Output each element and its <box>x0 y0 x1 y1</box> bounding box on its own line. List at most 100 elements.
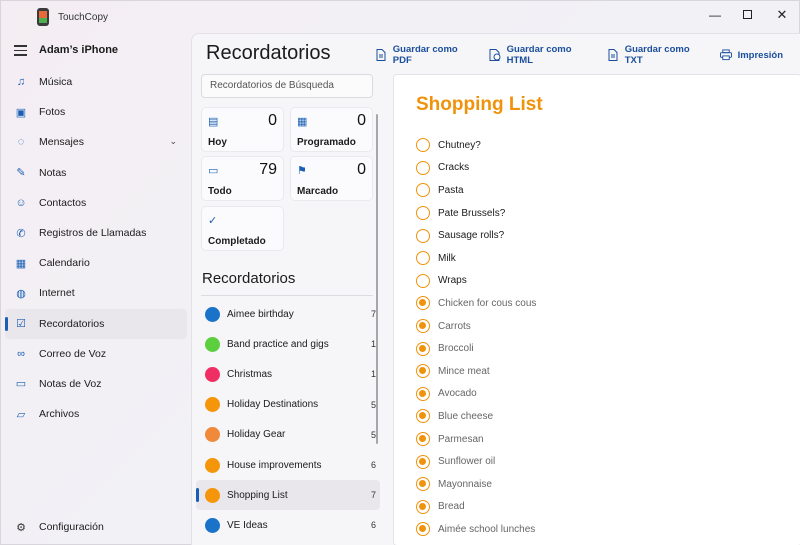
tile-completed[interactable]: ✓ Completado <box>201 206 284 251</box>
sidebar-nav: ♫ Música ▣ Fotos ◌ Mensajes ⌄ ✎ Notas ☺ Contactos ✆… <box>5 67 187 429</box>
checked-circle-icon[interactable] <box>416 386 430 401</box>
list-item[interactable]: Holiday Destinations 5 <box>196 390 380 420</box>
checked-circle-icon[interactable] <box>416 477 430 492</box>
save-txt-label: Guardar como TXT <box>624 44 690 66</box>
checked-circle-icon[interactable] <box>416 432 430 447</box>
empty-circle-icon[interactable] <box>416 273 430 288</box>
empty-circle-icon[interactable] <box>416 228 430 243</box>
empty-circle-icon[interactable] <box>416 183 430 198</box>
reminder-item: Pasta <box>416 179 536 202</box>
toolbar: Guardar como PDF Guardar como HTML Guard… <box>376 44 800 66</box>
archive-icon: ▭ <box>208 165 219 177</box>
tile-scheduled[interactable]: ▦ 0 Programado <box>290 107 373 152</box>
list-item[interactable]: Aimee birthday 7 <box>196 299 380 329</box>
flagged-label: Marcado <box>297 186 339 197</box>
title-bar: TouchCopy — ✕ <box>1 1 799 33</box>
reminder-label: Mayonnaise <box>438 478 492 490</box>
folder-icon: ▱ <box>16 408 26 421</box>
print-button[interactable]: Impresión <box>719 44 783 66</box>
checked-circle-icon[interactable] <box>416 499 430 514</box>
today-icon: ▤ <box>208 116 219 128</box>
empty-circle-icon[interactable] <box>416 206 430 221</box>
sidebar-item-label: Internet <box>39 287 75 300</box>
calendar-icon: ▦ <box>297 116 308 128</box>
save-html-button[interactable]: Guardar como HTML <box>489 44 590 66</box>
close-button[interactable]: ✕ <box>772 7 792 23</box>
list-item[interactable]: Holiday Gear 5 <box>196 420 380 450</box>
empty-circle-icon[interactable] <box>416 138 430 153</box>
list-color-dot <box>205 336 220 352</box>
checked-circle-icon[interactable] <box>416 341 430 356</box>
reminder-label: Chicken for cous cous <box>438 297 537 309</box>
scheduled-label: Programado <box>297 137 356 148</box>
maximize-button[interactable] <box>737 7 757 23</box>
sidebar: Adam’s iPhone ♫ Música ▣ Fotos ◌ Mensajes ⌄ ✎ No… <box>1 33 191 545</box>
list-item[interactable]: Band practice and gigs 1 <box>196 329 380 359</box>
save-pdf-button[interactable]: Guardar como PDF <box>376 44 471 66</box>
list-count: 6 <box>370 520 376 531</box>
today-count: 0 <box>268 112 277 129</box>
sidebar-item-label: Calendario <box>39 257 90 270</box>
sidebar-item-registros-de-llamadas[interactable]: ✆ Registros de Llamadas <box>5 218 187 248</box>
settings-button[interactable]: ⚙ Configuración <box>5 513 187 541</box>
list-item[interactable]: Christmas 1 <box>196 359 380 389</box>
minimize-button[interactable]: — <box>705 7 725 23</box>
main-pane: Recordatorios Guardar como PDF Guardar c… <box>191 33 800 545</box>
reminder-label: Carrots <box>438 320 471 332</box>
sidebar-item-calendario[interactable]: ▦ Calendario <box>5 248 187 278</box>
reminder-label: Blue cheese <box>438 410 494 422</box>
maximize-icon <box>742 10 752 19</box>
chevron-down-icon[interactable]: ⌄ <box>169 136 177 147</box>
sidebar-item-notas-de-voz[interactable]: ▭ Notas de Voz <box>5 369 187 399</box>
sidebar-item-m-sica[interactable]: ♫ Música <box>5 67 187 97</box>
list-color-dot <box>205 517 220 533</box>
sidebar-item-label: Recordatorios <box>39 317 105 330</box>
photo-icon: ▣ <box>15 106 27 119</box>
sidebar-item-contactos[interactable]: ☺ Contactos <box>5 188 187 218</box>
list-color-dot <box>205 487 220 503</box>
list-label: Aimee birthday <box>227 308 294 320</box>
sidebar-item-internet[interactable]: ◍ Internet <box>5 278 187 308</box>
reminder-label: Cracks <box>438 162 470 174</box>
reminder-item: Carrots <box>416 315 536 338</box>
pdf-icon <box>376 49 387 62</box>
reminder-item: Bread <box>416 496 536 519</box>
sidebar-item-fotos[interactable]: ▣ Fotos <box>5 97 187 127</box>
menu-icon[interactable] <box>14 45 27 56</box>
tile-flagged[interactable]: ⚑ 0 Marcado <box>290 156 373 201</box>
sidebar-item-mensajes[interactable]: ◌ Mensajes ⌄ <box>5 127 187 157</box>
reminder-label: Sunflower oil <box>438 456 496 468</box>
reminder-lists: Aimee birthday 7 Band practice and gigs 1 Ch… <box>196 299 380 541</box>
device-name: Adam’s iPhone <box>39 44 119 56</box>
reminder-label: Wraps <box>438 275 467 287</box>
list-item[interactable]: Shopping List 7 <box>196 480 380 511</box>
sidebar-item-archivos[interactable]: ▱ Archivos <box>5 399 187 429</box>
save-txt-button[interactable]: Guardar como TXT <box>608 44 702 66</box>
reminder-item: Sausage rolls? <box>416 224 536 247</box>
checked-circle-icon[interactable] <box>416 364 430 379</box>
lists-heading: Recordatorios <box>202 270 296 287</box>
completed-label: Completado <box>208 236 266 247</box>
tile-all[interactable]: ▭ 79 Todo <box>201 156 284 201</box>
sidebar-item-correo-de-voz[interactable]: ∞ Correo de Voz <box>5 339 187 369</box>
sidebar-item-recordatorios[interactable]: ☑ Recordatorios <box>5 308 187 339</box>
checked-circle-icon[interactable] <box>416 319 430 334</box>
list-item[interactable]: VE Ideas 6 <box>196 510 380 540</box>
list-item[interactable]: House improvements 6 <box>196 450 380 480</box>
globe-icon: ◍ <box>16 287 26 300</box>
lists-scrollbar[interactable] <box>376 114 378 444</box>
checked-circle-icon[interactable] <box>416 454 430 469</box>
settings-label: Configuración <box>39 521 104 533</box>
gear-icon: ⚙ <box>16 521 26 534</box>
checked-circle-icon[interactable] <box>416 522 430 537</box>
checked-circle-icon[interactable] <box>416 296 430 311</box>
empty-circle-icon[interactable] <box>416 160 430 175</box>
search-input[interactable]: Recordatorios de Búsqueda <box>201 74 373 98</box>
checked-circle-icon[interactable] <box>416 409 430 424</box>
sidebar-item-notas[interactable]: ✎ Notas <box>5 158 187 188</box>
sidebar-item-label: Correo de Voz <box>39 347 107 360</box>
empty-circle-icon[interactable] <box>416 251 430 266</box>
list-title: Shopping List <box>416 94 543 115</box>
sidebar-item-label: Contactos <box>39 196 87 209</box>
tile-today[interactable]: ▤ 0 Hoy <box>201 107 284 152</box>
